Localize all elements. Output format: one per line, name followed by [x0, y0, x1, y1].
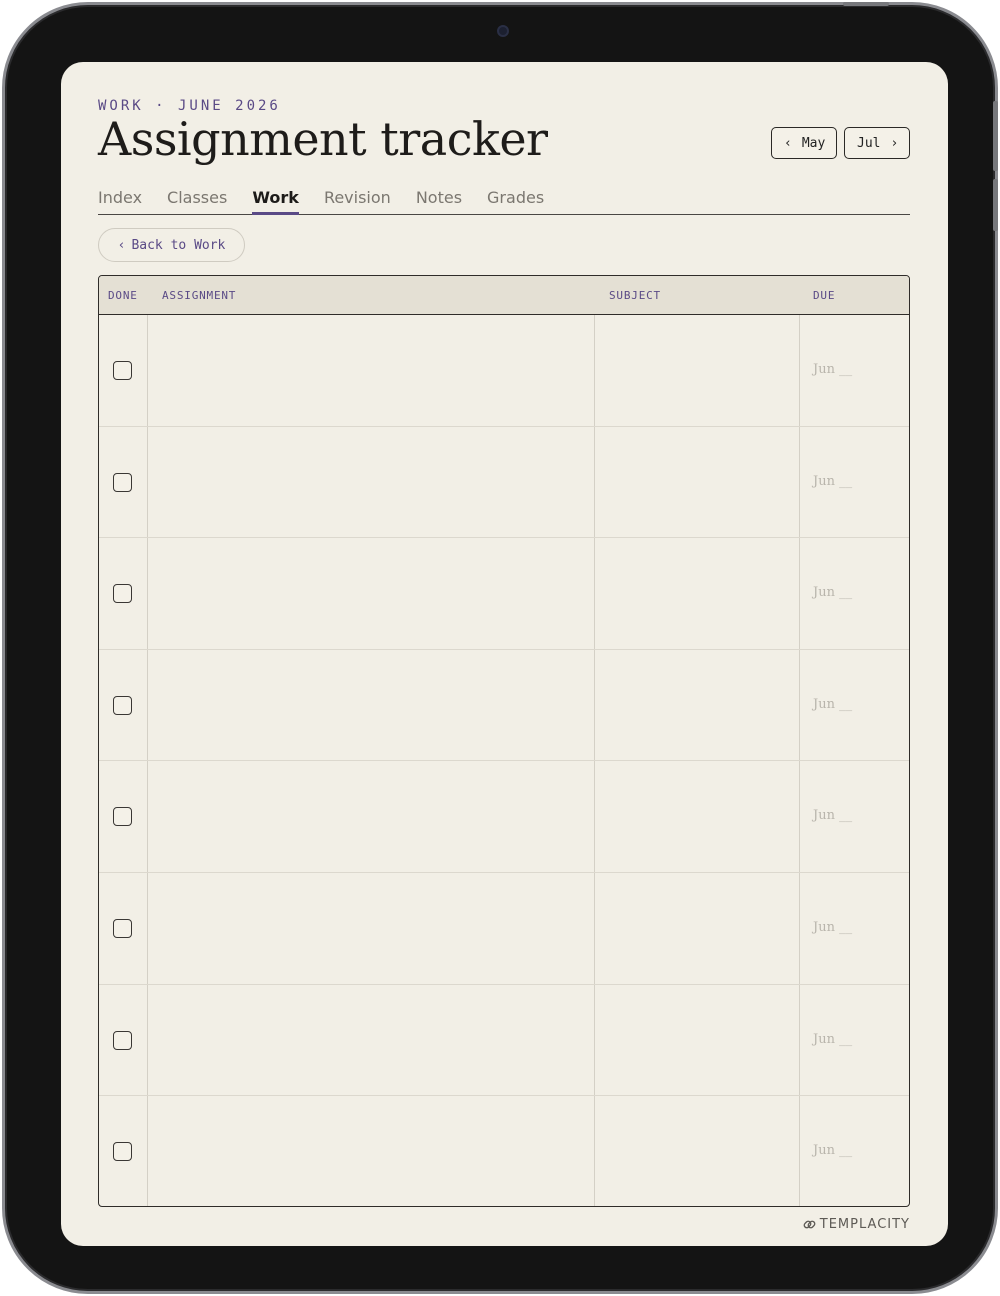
table-row: Jun __ — [99, 650, 909, 762]
table-header: DONE ASSIGNMENT SUBJECT DUE — [99, 276, 909, 315]
chevron-right-icon: › — [890, 135, 899, 151]
tab-revision[interactable]: Revision — [324, 188, 391, 214]
table-body: Jun __ Jun __ Jun __ Jun __ Jun __ Jun _… — [99, 315, 909, 1206]
done-checkbox[interactable] — [113, 695, 132, 715]
link-icon — [803, 1220, 816, 1229]
table-row: Jun __ — [99, 1096, 909, 1206]
brand-logo: TEMPLACITY — [803, 1217, 910, 1232]
due-date[interactable]: Jun __ — [813, 920, 852, 935]
done-checkbox[interactable] — [113, 807, 132, 827]
month-navigation: ‹ May Jul › — [771, 127, 910, 159]
back-button-label: Back to Work — [131, 237, 226, 253]
table-row: Jun __ — [99, 315, 909, 427]
due-date[interactable]: Jun __ — [813, 1143, 852, 1158]
next-month-label: Jul — [857, 135, 881, 151]
tab-notes[interactable]: Notes — [416, 188, 462, 214]
column-header-subject: SUBJECT — [609, 289, 661, 302]
due-date[interactable]: Jun __ — [813, 362, 852, 377]
table-row: Jun __ — [99, 873, 909, 985]
section-tabs: Index Classes Work Revision Notes Grades — [98, 188, 910, 215]
assignment-table: DONE ASSIGNMENT SUBJECT DUE Jun __ Jun _… — [98, 275, 910, 1207]
column-header-due: DUE — [813, 289, 836, 302]
column-header-done: DONE — [108, 289, 138, 302]
planner-page: WORK · JUNE 2026 Assignment tracker ‹ Ma… — [61, 62, 948, 1246]
due-date[interactable]: Jun __ — [813, 697, 852, 712]
due-date[interactable]: Jun __ — [813, 474, 852, 489]
done-checkbox[interactable] — [113, 361, 132, 380]
tablet-device: WORK · JUNE 2026 Assignment tracker ‹ Ma… — [2, 2, 998, 1294]
prev-month-label: May — [801, 135, 826, 151]
next-month-button[interactable]: Jul › — [844, 127, 910, 159]
volume-down-button — [993, 179, 998, 231]
top-button — [843, 2, 889, 6]
table-row: Jun __ — [99, 761, 909, 873]
chevron-left-icon: ‹ — [784, 135, 792, 151]
done-checkbox[interactable] — [113, 584, 132, 604]
tab-classes[interactable]: Classes — [167, 188, 227, 214]
due-date[interactable]: Jun __ — [813, 585, 852, 600]
done-checkbox[interactable] — [113, 1030, 132, 1050]
column-header-assignment: ASSIGNMENT — [162, 289, 237, 302]
due-date[interactable]: Jun __ — [813, 1032, 852, 1047]
tab-grades[interactable]: Grades — [487, 188, 544, 214]
camera-icon — [497, 25, 509, 37]
table-row: Jun __ — [99, 985, 909, 1097]
due-date[interactable]: Jun __ — [813, 808, 852, 823]
back-to-work-button[interactable]: ‹ Back to Work — [98, 228, 245, 262]
prev-month-button[interactable]: ‹ May — [771, 127, 837, 159]
done-checkbox[interactable] — [113, 1142, 132, 1162]
done-checkbox[interactable] — [113, 472, 132, 492]
done-checkbox[interactable] — [113, 918, 132, 938]
table-row: Jun __ — [99, 427, 909, 539]
page-title: Assignment tracker — [98, 112, 548, 166]
tab-index[interactable]: Index — [98, 188, 142, 214]
tab-work[interactable]: Work — [252, 188, 299, 215]
table-row: Jun __ — [99, 538, 909, 650]
chevron-left-icon: ‹ — [117, 237, 126, 253]
brand-name: TEMPLACITY — [819, 1217, 910, 1232]
volume-up-button — [993, 101, 998, 171]
